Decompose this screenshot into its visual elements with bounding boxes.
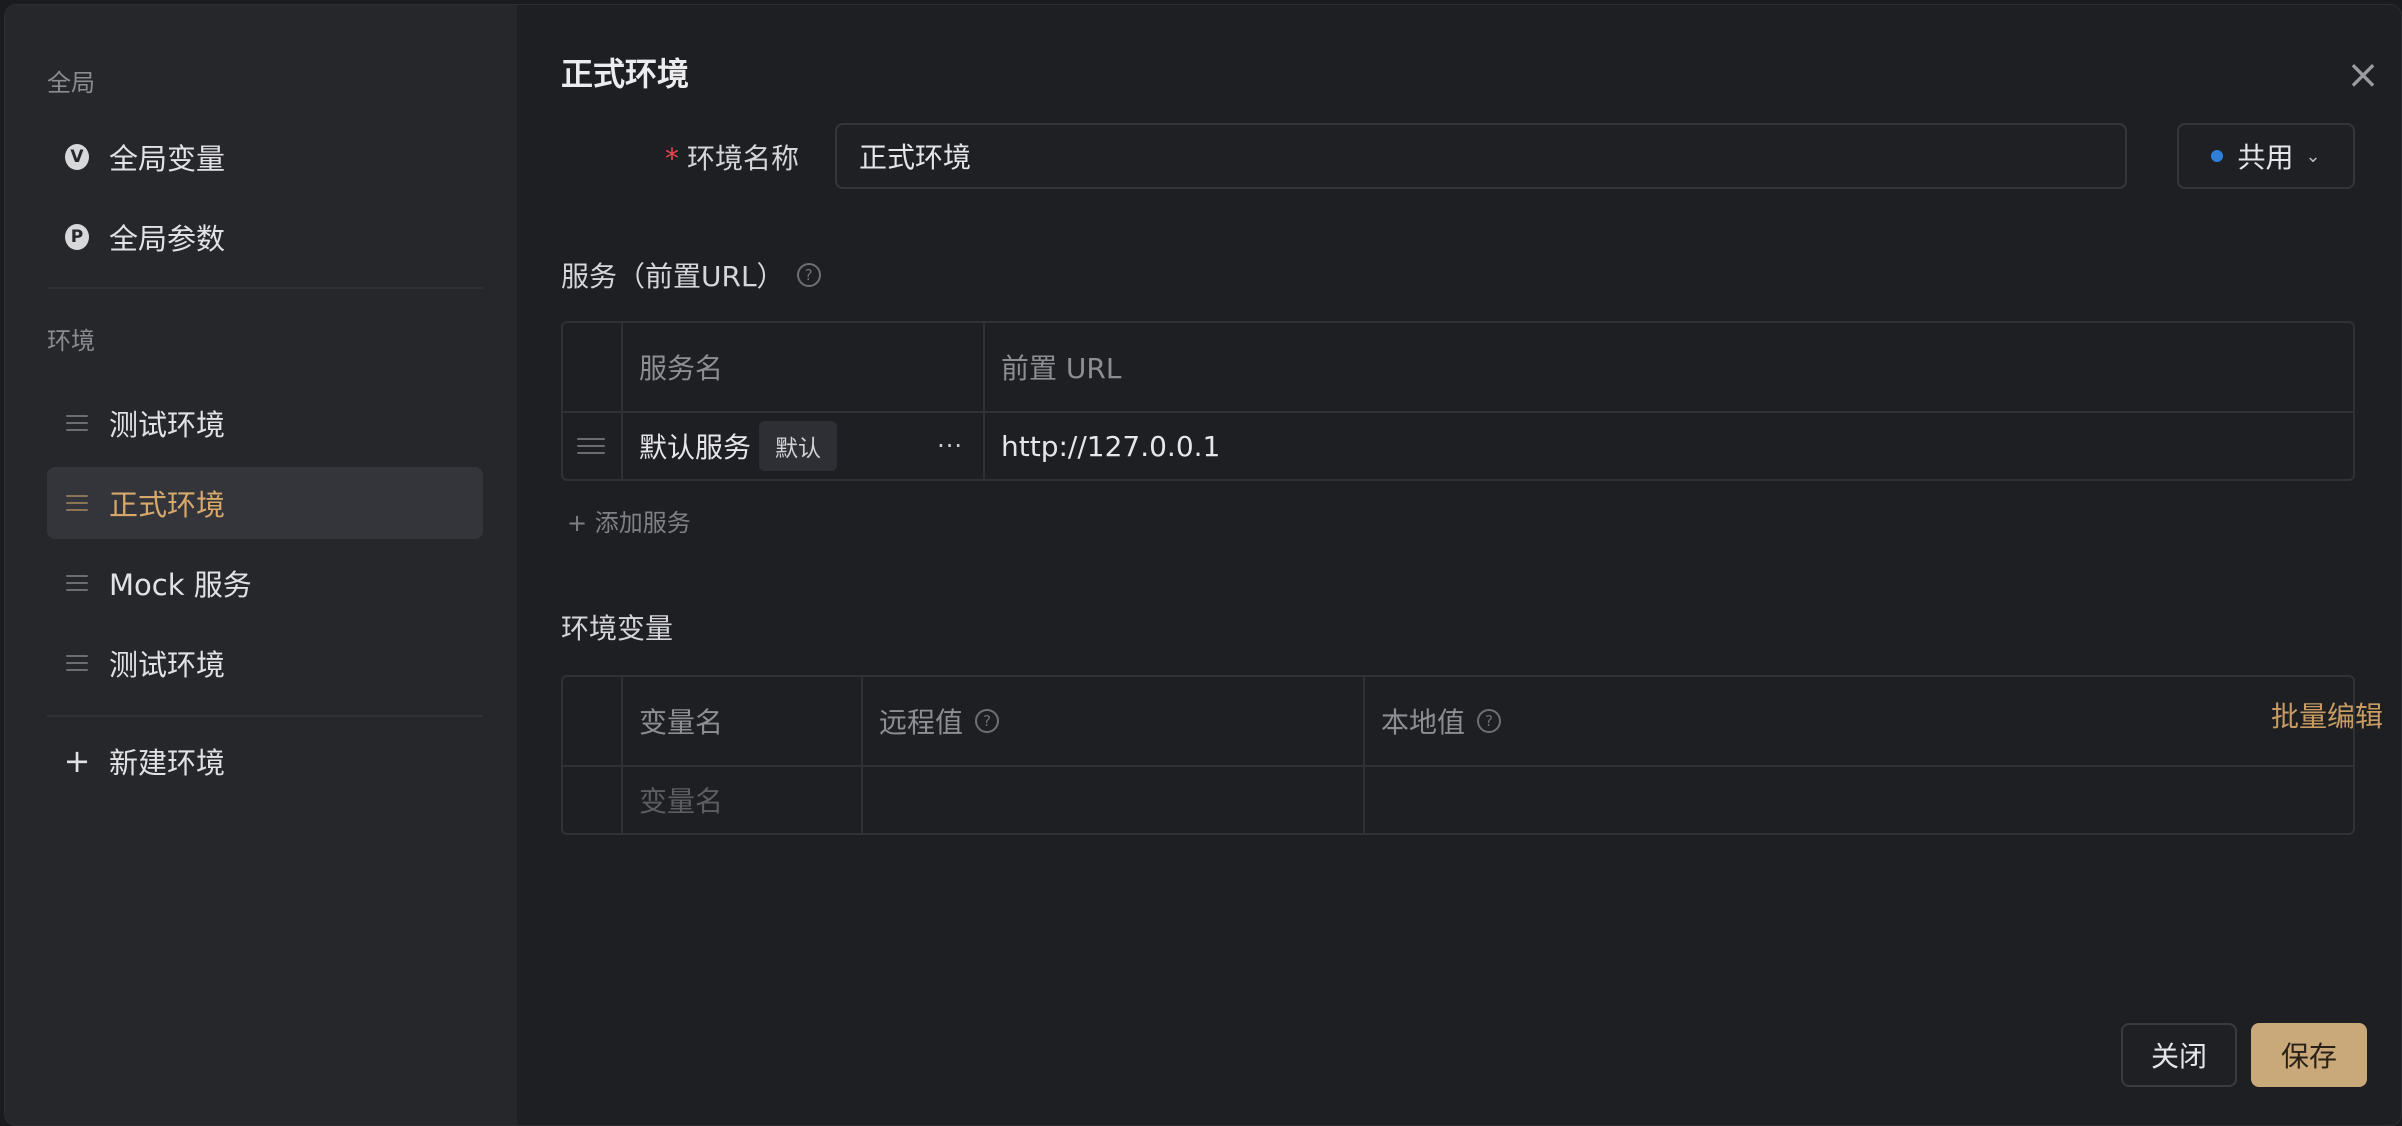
sidebar-item-label: Mock 服务: [109, 568, 252, 602]
share-scope-label: 共用: [2237, 141, 2294, 174]
service-name-cell[interactable]: 默认服务 默认 ···: [623, 413, 985, 479]
default-badge: 默认: [759, 421, 838, 471]
drag-handle-icon[interactable]: [65, 571, 89, 595]
plus-icon: +: [63, 742, 91, 780]
save-button[interactable]: 保存: [2251, 1023, 2367, 1087]
table-header-row: 服务名 前置 URL: [563, 323, 2353, 413]
sidebar-item-label: 测试环境: [109, 408, 226, 442]
p-badge-icon: P: [65, 224, 89, 250]
table-header-cell: 本地值?: [1365, 677, 2353, 765]
add-service-button[interactable]: + 添加服务: [567, 503, 691, 538]
remote-value-input[interactable]: [863, 767, 1365, 833]
help-icon[interactable]: ?: [796, 263, 821, 287]
table-header-row: 变量名 远程值? 本地值?: [563, 677, 2353, 767]
sidebar-item-global-params[interactable]: P 全局参数: [47, 201, 483, 273]
close-button[interactable]: 关闭: [2121, 1023, 2237, 1087]
table-header-cell: 前置 URL: [1001, 352, 1122, 385]
sidebar-item-env-production[interactable]: 正式环境: [47, 467, 483, 539]
env-name-input[interactable]: [835, 123, 2127, 189]
help-icon[interactable]: ?: [1477, 709, 1502, 733]
services-table: 服务名 前置 URL 默认服务 默认 ··· http://127.0.0.1: [561, 321, 2355, 481]
table-header-cell: 远程值?: [863, 677, 1365, 765]
table-header-cell: [563, 323, 623, 411]
sidebar-item-label: 正式环境: [109, 488, 226, 522]
table-header-cell: 服务名: [623, 323, 985, 411]
sidebar-divider: [47, 287, 483, 289]
share-scope-select[interactable]: 共用 ⌄: [2177, 123, 2355, 189]
table-cell: [563, 767, 623, 833]
status-dot-icon: [2211, 150, 2224, 162]
table-row: 变量名: [563, 767, 2353, 833]
sidebar-item-env-mock[interactable]: Mock 服务: [47, 547, 483, 619]
new-environment-label: 新建环境: [109, 746, 226, 780]
v-badge-icon: V: [65, 144, 89, 170]
variables-table: 变量名 远程值? 本地值? 变量名: [561, 675, 2355, 835]
environment-dialog: 全局 V 全局变量 P 全局参数 环境 测试环境 正式环境 Mock 服务 测试…: [4, 4, 2402, 1126]
env-section-title: 环境: [47, 327, 95, 355]
drag-handle-icon[interactable]: [65, 491, 89, 515]
page-title: 正式环境: [561, 55, 690, 93]
sidebar-item-env-test[interactable]: 测试环境: [47, 387, 483, 459]
drag-handle-icon[interactable]: [563, 413, 623, 479]
services-section-title: 服务（前置URL） ?: [561, 255, 821, 295]
sidebar-item-env-test-2[interactable]: 测试环境: [47, 627, 483, 699]
sidebar-item-label: 测试环境: [109, 648, 226, 682]
more-icon[interactable]: ···: [937, 432, 963, 460]
global-section-title: 全局: [47, 69, 95, 97]
chevron-down-icon: ⌄: [2305, 145, 2321, 167]
sidebar-item-label: 全局参数: [109, 222, 226, 256]
table-header-cell: 变量名: [623, 677, 863, 765]
table-row: 默认服务 默认 ··· http://127.0.0.1: [563, 413, 2353, 479]
sidebar: 全局 V 全局变量 P 全局参数 环境 测试环境 正式环境 Mock 服务 测试…: [5, 5, 517, 1125]
local-value-input[interactable]: [1365, 767, 2353, 833]
env-name-label: * 环境名称: [665, 142, 800, 175]
plus-icon: +: [567, 509, 595, 537]
new-environment-button[interactable]: + 新建环境: [47, 725, 483, 797]
drag-handle-icon[interactable]: [65, 651, 89, 675]
sidebar-item-global-variables[interactable]: V 全局变量: [47, 121, 483, 193]
batch-edit-link[interactable]: 批量编辑: [2271, 695, 2383, 735]
close-icon[interactable]: ×: [2345, 55, 2381, 95]
variables-section-title: 环境变量: [561, 612, 674, 645]
drag-handle-icon[interactable]: [65, 411, 89, 435]
sidebar-item-label: 全局变量: [109, 142, 226, 176]
table-header-cell: [563, 677, 623, 765]
main-panel: 正式环境 × *环境名称 共用 ⌄ 服务（前置URL） ? 服务名 前置 URL: [517, 5, 2401, 1125]
help-icon[interactable]: ?: [975, 709, 1000, 733]
required-mark: *: [665, 142, 679, 175]
service-url-cell[interactable]: http://127.0.0.1: [985, 413, 2353, 479]
variable-name-input[interactable]: 变量名: [623, 767, 863, 833]
service-name: 默认服务: [639, 431, 752, 464]
sidebar-divider: [47, 715, 483, 717]
